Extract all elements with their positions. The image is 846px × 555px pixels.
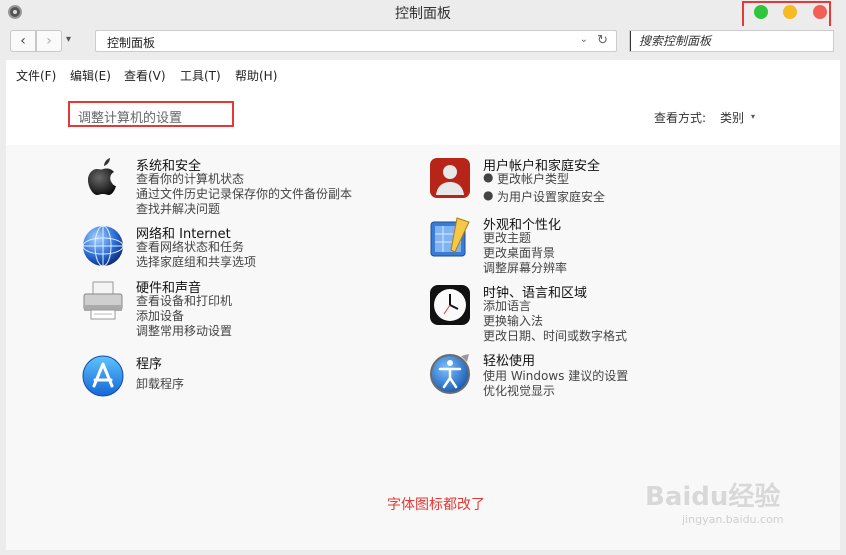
category-link[interactable]: 查找并解决问题 (136, 200, 220, 217)
category-link[interactable]: 调整屏幕分辨率 (483, 259, 567, 276)
back-button[interactable]: ‹ (10, 30, 36, 52)
adjust-settings-highlight: 调整计算机的设置 (68, 101, 234, 127)
category-link[interactable]: 优化视觉显示 (483, 382, 555, 399)
accessibility-icon[interactable] (427, 350, 473, 396)
window-title: 控制面板 (395, 6, 451, 22)
user-account-icon[interactable] (427, 155, 473, 201)
printer-icon[interactable] (80, 277, 126, 323)
menu-tools[interactable]: 工具(T) (180, 67, 221, 84)
paint-icon[interactable] (427, 214, 473, 260)
view-by-dropdown[interactable]: 类别 (720, 109, 744, 126)
category-link[interactable]: 更改日期、时间或数字格式 (483, 327, 627, 344)
clock-icon[interactable] (427, 282, 473, 328)
minimize-button[interactable] (783, 5, 797, 19)
refresh-icon[interactable]: ↻ (597, 33, 608, 48)
address-bar[interactable]: 控制面板 ⌄ ↻ (95, 30, 617, 52)
address-dropdown-icon[interactable]: ⌄ (580, 34, 588, 45)
recent-locations-dropdown[interactable]: ▾ (66, 34, 71, 45)
category-link[interactable]: 为用户设置家庭安全 (497, 188, 605, 205)
menu-file[interactable]: 文件(F) (16, 67, 56, 84)
apple-logo-icon: ● (483, 188, 494, 202)
forward-button[interactable]: › (36, 30, 62, 52)
menu-edit[interactable]: 编辑(E) (70, 67, 111, 84)
baidu-watermark-url: jingyan.baidu.com (682, 513, 784, 526)
globe-icon[interactable] (80, 223, 126, 269)
menu-view[interactable]: 查看(V) (124, 67, 166, 84)
menu-help[interactable]: 帮助(H) (235, 67, 277, 84)
close-button[interactable] (813, 5, 827, 19)
apple-logo-icon: ● (483, 170, 494, 184)
category-link[interactable]: 选择家庭组和共享选项 (136, 253, 256, 270)
view-by-label: 查看方式: (654, 111, 707, 125)
maximize-button[interactable] (754, 5, 768, 19)
address-text: 控制面板 (107, 36, 156, 50)
category-link[interactable]: 更改帐户类型 (497, 170, 569, 187)
search-box[interactable] (629, 30, 834, 52)
apple-logo-icon[interactable] (80, 155, 126, 201)
page-heading: 调整计算机的设置 (78, 111, 183, 126)
category-link[interactable]: 调整常用移动设置 (136, 322, 232, 339)
baidu-watermark: Baidu经验 (645, 482, 781, 512)
chevron-down-icon[interactable]: ▾ (751, 112, 755, 121)
navigation-toolbar: ‹ › ▾ 控制面板 ⌄ ↻ (0, 26, 846, 60)
annotation-text: 字体图标都改了 (387, 497, 485, 513)
app-store-icon[interactable] (80, 353, 126, 399)
title-bar: 控制面板 (0, 0, 846, 36)
category-title[interactable]: 程序 (136, 353, 162, 372)
search-input[interactable] (630, 31, 833, 51)
menu-bar: 文件(F) 编辑(E) 查看(V) 工具(T) 帮助(H) (6, 60, 840, 88)
category-link[interactable]: 卸载程序 (136, 375, 184, 392)
